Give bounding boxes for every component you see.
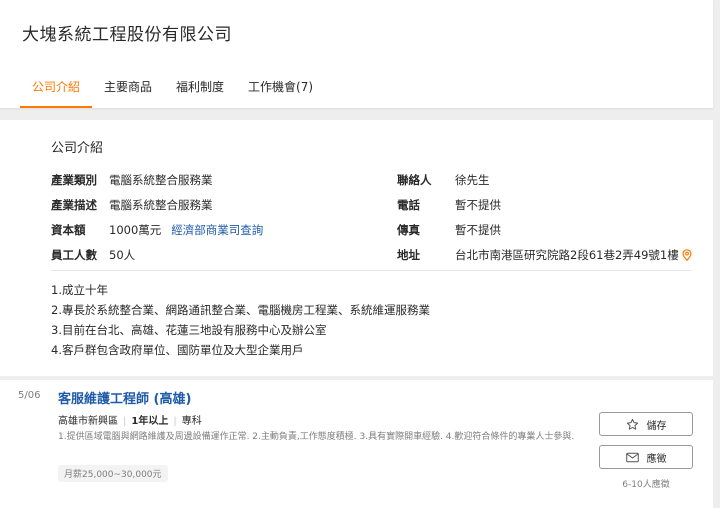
star-icon <box>626 418 638 430</box>
job-post-date: 5/06 <box>18 390 41 401</box>
section-divider <box>51 270 691 271</box>
info-value: 暫不提供 <box>455 223 501 237</box>
moea-lookup-link[interactable]: 經濟部商業司查詢 <box>171 223 263 237</box>
info-value: 50人 <box>109 248 136 262</box>
info-value: 電腦系統整合服務業 <box>109 198 213 212</box>
apply-button-label: 應徵 <box>646 453 667 465</box>
info-row-contact: 聯絡人 徐先生 <box>397 172 490 188</box>
tab-products[interactable]: 主要商品 <box>92 70 164 108</box>
description-line: 4.客戶群包含政府單位、國防單位及大型企業用戶 <box>51 343 304 357</box>
company-header: 大塊系統工程股份有限公司 公司介紹 主要商品 福利制度 工作機會(7) <box>0 0 713 108</box>
info-key: 電話 <box>397 198 420 212</box>
section-title: 公司介紹 <box>51 141 104 156</box>
company-description: 1.成立十年 2.專長於系統整合業、網路通訊整合業、電腦機房工程業、系統維運服務… <box>51 280 430 360</box>
save-button-label: 儲存 <box>646 420 667 432</box>
info-row-employees: 員工人數 50人 <box>51 247 135 263</box>
info-value: 徐先生 <box>455 173 490 187</box>
description-line: 2.專長於系統整合業、網路通訊整合業、電腦機房工程業、系統維運服務業 <box>51 303 430 317</box>
info-key: 產業類別 <box>51 173 97 187</box>
description-line: 3.目前在台北、高雄、花蓮三地設有服務中心及辦公室 <box>51 323 327 337</box>
info-key: 聯絡人 <box>397 173 432 187</box>
job-description: 1.提供區域電腦與網路維護及周邊設備運作正常. 2.主動負責,工作態度積極. 3… <box>58 432 575 442</box>
tab-jobs[interactable]: 工作機會(7) <box>236 70 325 108</box>
job-title-link[interactable]: 客服維護工程師 (高雄) <box>58 388 191 407</box>
info-key: 地址 <box>397 248 420 262</box>
job-meta: 高雄市新興區 | 1年以上 | 專科 <box>58 412 202 427</box>
info-row-fax: 傳真 暫不提供 <box>397 222 501 238</box>
job-education: 專科 <box>181 416 202 427</box>
envelope-icon <box>625 452 639 462</box>
meta-separator: | <box>173 416 177 427</box>
job-experience: 1年以上 <box>131 416 169 427</box>
info-row-capital: 資本額 1000萬元 經濟部商業司查詢 <box>51 222 263 238</box>
info-value: 1000萬元 <box>109 223 162 237</box>
apply-button[interactable]: 應徵 <box>599 445 693 469</box>
info-key: 傳真 <box>397 223 420 237</box>
tab-bar: 公司介紹 主要商品 福利制度 工作機會(7) <box>20 70 325 108</box>
description-line: 1.成立十年 <box>51 283 108 297</box>
map-pin-icon[interactable] <box>682 249 692 262</box>
info-row-address: 地址 台北市南港區研究院路2段61巷2弄49號1樓 <box>397 247 692 263</box>
info-value: 電腦系統整合服務業 <box>109 173 213 187</box>
info-value: 台北市南港區研究院路2段61巷2弄49號1樓 <box>455 248 679 262</box>
company-name: 大塊系統工程股份有限公司 <box>22 25 232 45</box>
salary-tag: 月薪25,000~30,000元 <box>58 465 168 482</box>
tab-benefits[interactable]: 福利制度 <box>164 70 236 108</box>
job-listing: 5/06 客服維護工程師 (高雄) 高雄市新興區 | 1年以上 | 專科 1.提供區域電… <box>0 380 713 508</box>
info-row-phone: 電話 暫不提供 <box>397 197 501 213</box>
info-key: 員工人數 <box>51 248 97 262</box>
info-key: 產業描述 <box>51 198 97 212</box>
info-row-industry: 產業類別 電腦系統整合服務業 <box>51 172 213 188</box>
info-key: 資本額 <box>51 223 86 237</box>
info-value: 暫不提供 <box>455 198 501 212</box>
company-intro-section: 公司介紹 產業類別 電腦系統整合服務業 產業描述 電腦系統整合服務業 資本額 1000… <box>0 120 713 376</box>
job-location: 高雄市新興區 <box>58 416 118 427</box>
info-row-industry-desc: 產業描述 電腦系統整合服務業 <box>51 197 213 213</box>
meta-separator: | <box>123 416 127 427</box>
save-button[interactable]: 儲存 <box>599 412 693 436</box>
tab-company-intro[interactable]: 公司介紹 <box>20 70 93 108</box>
apply-count: 6-10人應徵 <box>622 480 670 490</box>
